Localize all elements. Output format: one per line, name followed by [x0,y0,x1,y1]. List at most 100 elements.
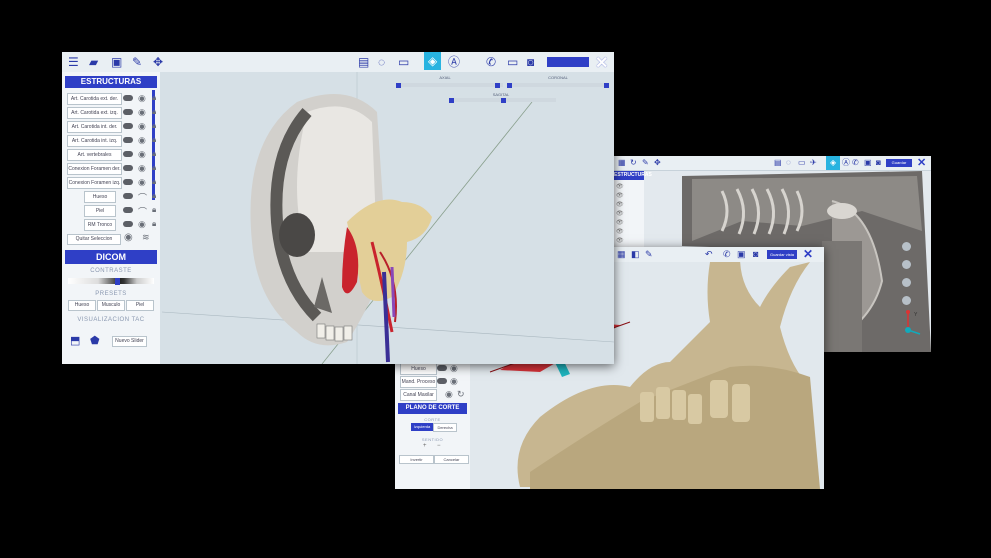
save-icon[interactable]: ▣ [111,56,122,68]
refresh-icon[interactable]: ↻ [457,389,465,400]
view-button[interactable] [902,296,911,305]
refresh-icon[interactable]: ↻ [630,159,637,167]
phone-icon[interactable]: ✆ [723,250,731,259]
lock-icon[interactable]: 🔒︎ [152,121,156,131]
sagital-slider-handle[interactable] [449,98,454,103]
eye-icon[interactable]: ◉ [450,376,458,387]
stack-icon[interactable]: ◈ [424,52,442,70]
eye-icon[interactable]: ◉ [445,389,453,400]
axial-slider-handle[interactable] [495,83,500,88]
brush-icon[interactable]: ✎ [132,56,142,68]
camera-icon[interactable]: ◙ [527,56,534,68]
eye-closed-icon[interactable]: ⌒ [138,205,147,218]
contraste-gradient-slider[interactable] [68,278,154,284]
jaw-save-button[interactable]: Guardar vista [767,250,797,259]
quitar-seleccion-button[interactable]: Quitar Seleccion [67,234,121,245]
view-button[interactable] [902,278,911,287]
lock-icon[interactable]: 🔒︎ [152,191,156,201]
close-icon[interactable]: ✕ [595,53,608,73]
plano-derecha-button[interactable]: Derecha [433,423,457,432]
camera-icon[interactable]: ◙ [753,250,758,259]
lock-icon[interactable]: 🔒︎ [152,149,156,159]
preset-hueso-button[interactable]: Hueso [68,300,96,311]
plus-icon[interactable]: + [423,443,427,449]
nuevo-slider-button[interactable]: Nuevo Slider [112,336,147,347]
coronal-slider-handle[interactable] [604,83,609,88]
visibility-toggle[interactable] [123,179,133,185]
lock-icon[interactable]: 🔒︎ [152,107,156,117]
screen-icon[interactable]: ▭ [798,159,806,167]
grid-icon[interactable]: ▦ [617,250,626,259]
lock-icon[interactable]: 🔒︎ [152,219,156,229]
preset-musculo-button[interactable]: Musculo [97,300,125,311]
minus-icon[interactable]: − [437,443,441,449]
visibility-toggle[interactable] [123,123,133,129]
sagital-slider-handle[interactable] [501,98,506,103]
menu-icon[interactable]: ☰ [68,56,79,68]
lock-icon[interactable]: 🔒︎ [152,135,156,145]
lock-icon[interactable]: 🔒︎ [152,93,156,103]
eye-icon[interactable]: ◉ [138,93,146,104]
visibility-toggle[interactable] [123,221,133,227]
screen-icon[interactable]: ▭ [398,56,409,68]
contraste-handle[interactable] [115,278,120,285]
brush-icon[interactable]: ✎ [642,159,649,167]
close-icon[interactable]: ✕ [803,247,813,261]
lock-icon[interactable]: 🔒︎ [152,163,156,173]
visibility-toggle[interactable] [123,95,133,101]
visibility-toggle[interactable] [123,109,133,115]
axial-slider[interactable] [396,83,503,87]
chest-save-button[interactable]: Guardar [886,159,912,167]
back-icon[interactable]: ↶ [705,250,713,259]
phone-icon[interactable]: ✆ [852,159,859,167]
visibility-toggle[interactable] [123,193,133,199]
record-icon[interactable]: ▭ [507,56,518,68]
layers-icon[interactable]: ▤ [774,159,782,167]
eye-icon[interactable]: ◉ [124,232,133,243]
folder-icon[interactable]: ▰ [89,56,98,68]
eye-icon[interactable]: ◉ [138,135,146,146]
plano-izquierda-button[interactable]: Izquierda [411,423,433,431]
brush-icon[interactable]: ✎ [645,250,653,259]
eye-icon[interactable]: ◉ [138,107,146,118]
eye-closed-icon[interactable]: ⌒ [138,191,147,204]
camera-icon[interactable]: ◙ [876,159,881,167]
atlas-icon[interactable]: Ⓐ [448,56,460,68]
wave-icon[interactable]: ≋ [142,232,150,243]
phone-icon[interactable]: ✆ [486,56,496,68]
stack-icon[interactable]: ◈ [826,156,841,170]
pen-icon[interactable]: ✈ [810,159,817,167]
record-icon[interactable]: ▣ [864,159,872,167]
eye-icon[interactable]: ◉ [138,163,146,174]
lock-icon[interactable]: 🔒︎ [152,177,156,187]
eye-icon[interactable]: ◉ [138,121,146,132]
grid-icon[interactable]: ▦ [618,159,626,167]
coronal-slider[interactable] [507,83,609,87]
cancelar-button[interactable]: Cancelar [434,455,469,464]
toolbar-action-button[interactable] [547,57,589,67]
view-button[interactable] [902,242,911,251]
view-3d-icon[interactable]: ⬟ [90,334,100,347]
layer-toggle[interactable] [437,365,447,371]
view-button[interactable] [902,260,911,269]
visibility-toggle[interactable] [123,165,133,171]
eye-icon[interactable]: ◉ [138,149,146,160]
visibility-toggle[interactable] [123,207,133,213]
move-icon[interactable]: ✥ [654,159,661,167]
preset-piel-button[interactable]: Piel [126,300,154,311]
coronal-slider-handle[interactable] [507,83,512,88]
invertir-button[interactable]: Invertir [399,455,434,464]
circle-select-icon[interactable]: ◌ [786,159,791,167]
eye-icon[interactable]: ◉ [450,363,458,374]
record-icon[interactable]: ▣ [737,250,746,259]
refresh-icon[interactable]: ◧ [631,250,640,259]
view-2d-icon[interactable]: ⬒ [70,334,80,347]
visibility-toggle[interactable] [123,137,133,143]
eye-icon[interactable]: ◉ [138,219,146,230]
axial-slider-handle[interactable] [396,83,401,88]
atlas-icon[interactable]: Ⓐ [842,159,850,167]
circle-select-icon[interactable]: ◌ [378,56,385,68]
lock-icon[interactable]: 🔒︎ [152,205,156,215]
close-icon[interactable]: ✕ [917,156,926,169]
visibility-toggle[interactable] [123,151,133,157]
